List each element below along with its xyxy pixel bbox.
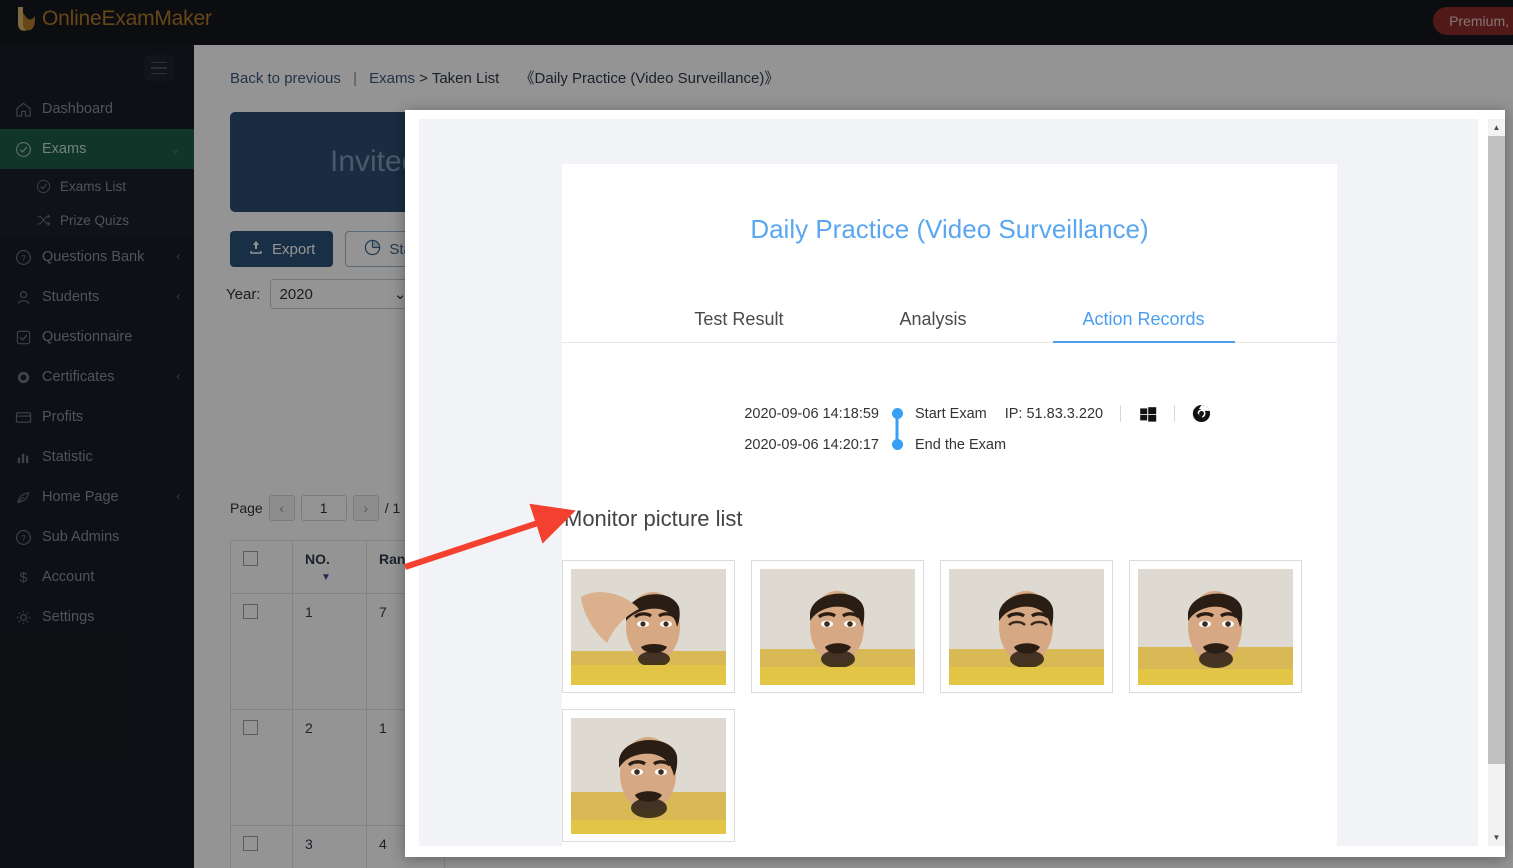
modal-tabs: Test Result Analysis Action Records: [562, 303, 1337, 343]
tab-action-records[interactable]: Action Records: [1052, 303, 1235, 343]
timeline-divider: [1120, 405, 1122, 422]
tab-analysis[interactable]: Analysis: [869, 303, 996, 342]
exam-detail-panel: Daily Practice (Video Surveillance) Test…: [562, 164, 1337, 846]
webcam-snapshot-image: [571, 568, 726, 685]
modal-scroll-area: Daily Practice (Video Surveillance) Test…: [419, 119, 1478, 846]
action-records-modal: Daily Practice (Video Surveillance) Test…: [405, 110, 1505, 857]
timeline-action-label: End the Exam: [915, 436, 1007, 453]
chrome-icon: [1192, 404, 1211, 423]
timeline-ip-address: IP: 51.83.3.220: [1004, 405, 1104, 422]
modal-title: Daily Practice (Video Surveillance): [750, 214, 1149, 244]
webcam-snapshot-image: [571, 717, 726, 834]
monitor-picture-item[interactable]: [1129, 560, 1302, 693]
timeline-dot-icon: [891, 408, 903, 419]
webcam-snapshot-image: [1138, 568, 1293, 685]
scrollbar-thumb[interactable]: [1488, 136, 1505, 764]
modal-scrollbar[interactable]: ▲ ▼: [1488, 119, 1505, 846]
monitor-picture-item[interactable]: [940, 560, 1113, 693]
windows-icon: [1138, 404, 1157, 423]
timeline-marker: [879, 439, 915, 450]
action-timeline: 2020-09-06 14:18:59 Start Exam IP: 51.83…: [562, 398, 1337, 460]
timeline-marker: [879, 408, 915, 445]
timeline-action-label: Start Exam: [915, 405, 987, 422]
scroll-down-arrow-icon[interactable]: ▼: [1488, 829, 1505, 846]
webcam-snapshot-image: [760, 568, 915, 685]
timeline-row-end-exam: 2020-09-06 14:20:17 End the Exam: [727, 429, 1337, 460]
timeline-row-start-exam: 2020-09-06 14:18:59 Start Exam IP: 51.83…: [727, 398, 1337, 445]
timeline-timestamp: 2020-09-06 14:18:59: [744, 405, 879, 422]
timeline-divider: [1174, 405, 1176, 422]
timeline-timestamp: 2020-09-06 14:20:17: [744, 436, 879, 453]
tab-test-result[interactable]: Test Result: [664, 303, 813, 342]
webcam-snapshot-image: [949, 568, 1104, 685]
monitor-picture-list-title: Monitor picture list: [564, 506, 743, 531]
monitor-picture-item[interactable]: [562, 560, 735, 693]
monitor-picture-item[interactable]: [562, 709, 735, 842]
monitor-picture-item[interactable]: [751, 560, 924, 693]
timeline-dot-icon: [891, 439, 903, 450]
monitor-picture-grid: [562, 560, 1302, 842]
screen: Back to previous | Exams > Taken List 《D…: [0, 0, 1513, 868]
scroll-up-arrow-icon[interactable]: ▲: [1488, 119, 1505, 136]
